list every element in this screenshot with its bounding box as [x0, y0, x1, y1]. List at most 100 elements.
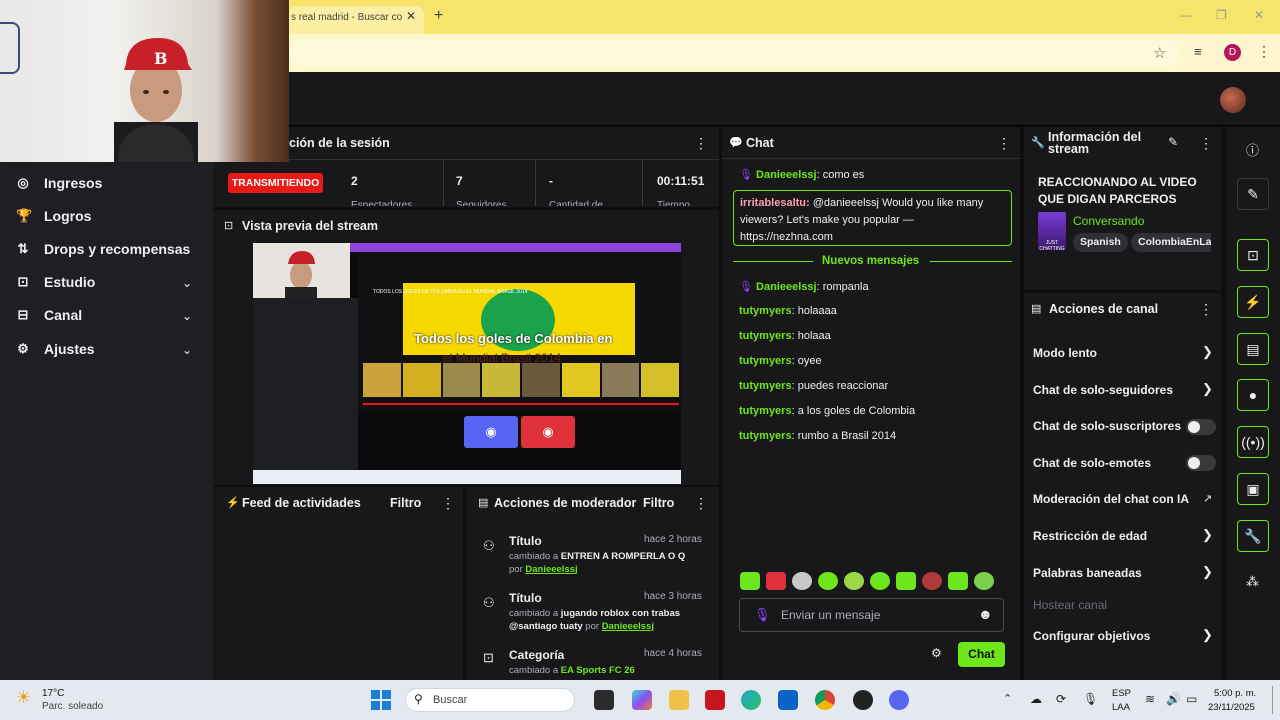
action-ai-moderation[interactable]: Moderación del chat con IA [1033, 492, 1189, 506]
taskbar-search[interactable]: ⚲ Buscar [405, 688, 575, 712]
sidebar-item-canal[interactable]: ⊟ Canal [16, 305, 83, 325]
gear-icon[interactable]: ⚙ [931, 646, 942, 660]
edge-icon[interactable] [741, 690, 761, 710]
action-configure-goals[interactable]: Configurar objetivos [1033, 629, 1150, 643]
emote-icon[interactable] [792, 572, 812, 590]
lang-bottom[interactable]: LAA [1112, 702, 1130, 713]
tag-chip[interactable]: Spanish [1073, 233, 1128, 252]
chat-input-box[interactable]: 🎙 Enviar un mensaje ☻ [739, 598, 1004, 632]
chrome-icon[interactable] [815, 690, 835, 710]
sidebar-item-ingresos[interactable]: ◎ Ingresos [16, 173, 102, 193]
mod-menu-icon[interactable]: ⋮ [694, 495, 708, 512]
emote-icon[interactable] [740, 572, 760, 590]
maximize-icon[interactable]: ❐ [1216, 8, 1227, 22]
edit-icon[interactable]: ✎ [1237, 178, 1269, 210]
folder-icon[interactable] [669, 690, 689, 710]
action-followers-only[interactable]: Chat de solo-seguidores [1033, 383, 1173, 397]
address-input[interactable] [289, 40, 1179, 66]
info-icon[interactable]: ⓘ [1246, 140, 1259, 159]
sidebar-item-drops[interactable]: ⇅ Drops y recompensas [16, 239, 191, 259]
plus-icon[interactable]: + [434, 7, 443, 25]
battery-icon[interactable]: ▭ [1186, 692, 1197, 706]
emote-icon[interactable] [766, 572, 786, 590]
mic-icon[interactable]: 🎙 [1083, 692, 1098, 706]
star-icon[interactable]: ☆ [1153, 44, 1166, 62]
external-link-icon[interactable]: ↗ [1203, 492, 1212, 505]
wifi-icon[interactable]: ≋ [1145, 692, 1155, 706]
session-menu-icon[interactable]: ⋮ [694, 135, 708, 152]
copilot-icon[interactable] [632, 690, 652, 710]
chevron-right-icon[interactable]: ❯ [1202, 527, 1213, 543]
chat-send-button[interactable]: Chat [958, 642, 1005, 667]
chevron-right-icon[interactable]: ❯ [1202, 381, 1213, 397]
window-close-icon[interactable]: ✕ [1254, 8, 1264, 22]
bolt-icon[interactable]: ⚡ [1237, 286, 1269, 318]
media-control-icon[interactable]: ≡ [1194, 44, 1202, 59]
emote-icon[interactable] [818, 572, 838, 590]
stat-time-label: Tiempo [657, 200, 690, 206]
emote-icon[interactable] [974, 572, 994, 590]
sidebar-item-ajustes[interactable]: ⚙ Ajustes [16, 339, 94, 359]
cloud-icon[interactable]: ☁ [1030, 692, 1042, 706]
wrench-icon[interactable]: 🔧 [1237, 520, 1269, 552]
obs-icon[interactable] [853, 690, 873, 710]
avatar[interactable] [1220, 87, 1246, 113]
show-desktop[interactable] [1272, 686, 1273, 714]
subs-only-toggle[interactable] [1186, 419, 1216, 435]
pencil-icon[interactable]: ✎ [1168, 135, 1178, 149]
mod-filter-button[interactable]: Filtro [643, 496, 674, 510]
category-link[interactable]: Conversando [1073, 214, 1144, 228]
action-slow-mode[interactable]: Modo lento [1033, 346, 1097, 360]
action-banned-words[interactable]: Palabras baneadas [1033, 566, 1142, 580]
chevron-up-icon[interactable]: ⌃ [1003, 692, 1012, 705]
emote-icon[interactable] [896, 572, 916, 590]
clock-time[interactable]: 5:00 p. m. [1214, 688, 1256, 699]
chevron-down-icon[interactable]: ⌄ [182, 276, 192, 290]
browser-tab[interactable]: s real madrid - Buscar co [289, 6, 424, 34]
action-age-restriction[interactable]: Restricción de edad [1033, 529, 1147, 543]
wall-emblem [0, 22, 20, 74]
video-icon[interactable]: ▣ [1237, 473, 1269, 505]
discord-icon[interactable] [889, 690, 909, 710]
chat-menu-icon[interactable]: ⋮ [997, 135, 1011, 152]
mcafee-icon[interactable] [705, 690, 725, 710]
channel-actions-menu-icon[interactable]: ⋮ [1199, 301, 1213, 318]
clock-date[interactable]: 23/11/2025 [1208, 702, 1255, 713]
chevron-right-icon[interactable]: ❯ [1202, 627, 1213, 643]
browser-menu-icon[interactable]: ⋮ [1257, 43, 1271, 60]
emote-icon[interactable] [844, 572, 864, 590]
emotes-only-toggle[interactable] [1186, 455, 1216, 471]
chevron-down-icon[interactable]: ⌄ [182, 309, 192, 323]
chevron-right-icon[interactable]: ❯ [1202, 564, 1213, 580]
emoji-icon[interactable]: ☻ [978, 606, 993, 622]
minimize-icon[interactable]: — [1180, 8, 1192, 22]
chevron-down-icon[interactable]: ⌄ [182, 343, 192, 357]
speaker-icon[interactable]: 🔊 [1166, 692, 1181, 706]
note-icon[interactable]: ▤ [1237, 333, 1269, 365]
sidebar-item-logros[interactable]: 🏆 Logros [16, 206, 91, 226]
stream-preview[interactable]: TODOS LOS GOLES DE COLOMBIA EN EL MUNDIA… [253, 243, 681, 484]
sidebar-item-estudio[interactable]: ⊡ Estudio [16, 272, 96, 292]
emote-icon[interactable] [870, 572, 890, 590]
feed-filter-button[interactable]: Filtro [390, 496, 421, 510]
box-art-label: JUST CHATTING [1039, 240, 1065, 250]
sync-icon[interactable]: ⟳ [1056, 692, 1066, 706]
emote-icon[interactable] [948, 572, 968, 590]
tab-close-icon[interactable]: ✕ [406, 9, 416, 23]
profile-avatar[interactable]: D [1224, 44, 1241, 61]
discord-icon: ◉ [464, 416, 518, 448]
chat-bubble-icon[interactable]: ● [1237, 379, 1269, 411]
camera-icon[interactable]: ⊡ [1237, 239, 1269, 271]
broadcast-icon[interactable]: ((•)) [1237, 426, 1269, 458]
task-view-icon[interactable] [594, 690, 614, 710]
emote-icon[interactable] [922, 572, 942, 590]
chevron-right-icon[interactable]: ❯ [1202, 344, 1213, 360]
outlook-icon[interactable] [778, 690, 798, 710]
chat-input[interactable]: Enviar un mensaje [781, 608, 880, 622]
feed-menu-icon[interactable]: ⋮ [441, 495, 455, 512]
lang-top[interactable]: ESP [1112, 688, 1131, 699]
stream-info-menu-icon[interactable]: ⋮ [1199, 135, 1213, 152]
tag-chip[interactable]: ColombiaEnLaC [1131, 233, 1211, 252]
share-icon[interactable]: ⁂ [1246, 574, 1259, 590]
windows-start-icon[interactable] [371, 690, 391, 710]
